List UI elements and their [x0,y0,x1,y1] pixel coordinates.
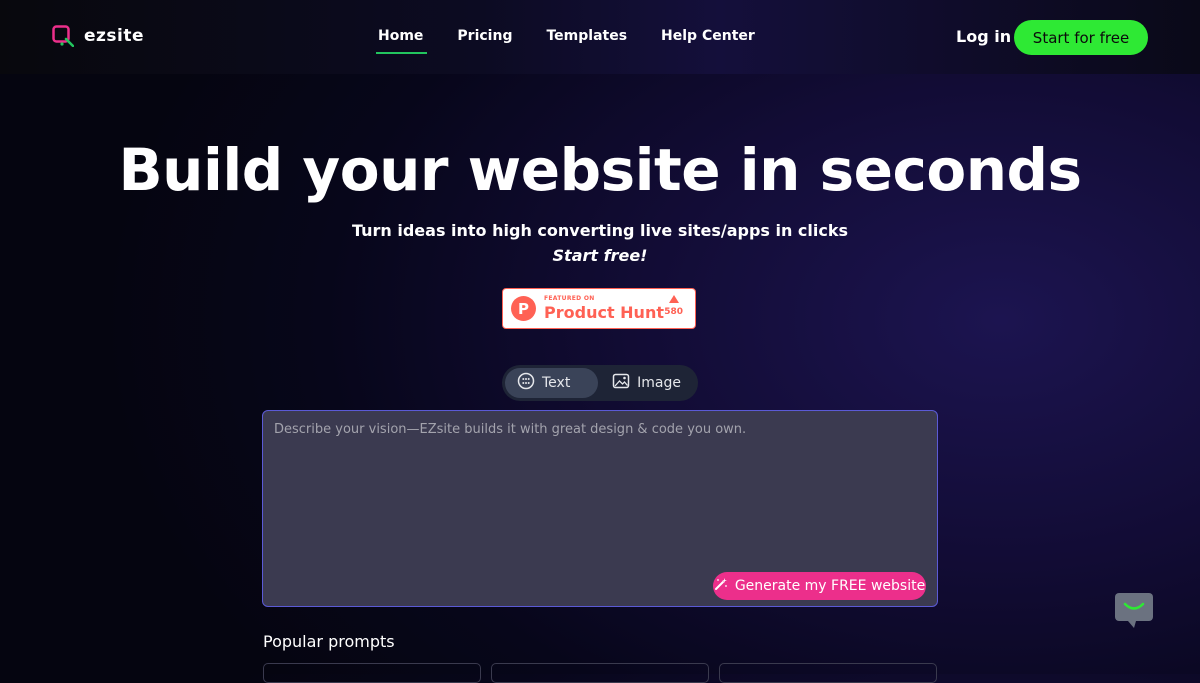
generate-website-button[interactable]: Generate my FREE website [713,572,926,600]
popular-prompt-card[interactable] [719,663,937,683]
prompt-textarea[interactable]: Describe your vision—EZsite builds it wi… [262,410,938,607]
image-icon [612,372,630,394]
tab-text-label: Text [542,375,571,391]
ph-featured-label: FEATURED ON [544,295,595,302]
product-hunt-logo-icon: P [511,296,536,321]
product-hunt-badge[interactable]: P FEATURED ON Product Hunt 580 [502,288,696,329]
start-for-free-button[interactable]: Start for free [1014,20,1148,55]
upvote-arrow-icon [668,295,679,303]
input-mode-tabs: Text Image [502,365,698,401]
tab-text[interactable]: Text [505,368,599,398]
brand-logo[interactable]: ezsite [52,25,145,48]
prompt-placeholder: Describe your vision—EZsite builds it wi… [274,422,747,437]
emoji-icon [517,372,535,394]
hero-subtitle: Turn ideas into high converting live sit… [351,221,849,240]
chat-widget-icon[interactable] [1114,592,1154,629]
nav-home[interactable]: Home [375,28,428,54]
ph-name: Product Hunt [544,303,664,322]
hero-title: Build your website in seconds [118,136,1082,204]
nav-pricing[interactable]: Pricing [457,28,512,54]
generate-label: Generate my FREE website [734,578,926,594]
tab-image-label: Image [637,375,681,391]
nav-help-center[interactable]: Help Center [661,28,755,54]
popular-prompt-card[interactable] [491,663,709,683]
ezsite-logo-icon [52,25,75,48]
main-nav: Home Pricing Templates Help Center [375,28,789,54]
popular-prompts-heading: Popular prompts [263,632,395,651]
login-link[interactable]: Log in [956,27,1011,46]
ph-votes-number: 580 [664,307,683,317]
tab-image[interactable]: Image [598,368,695,398]
top-navigation-bar: ezsite Home Pricing Templates Help Cente… [0,0,1200,74]
ph-vote-count: 580 [664,295,683,317]
hero-cta-text: Start free! [552,246,648,265]
nav-templates[interactable]: Templates [546,28,627,54]
popular-prompt-card[interactable] [263,663,481,683]
brand-name: ezsite [84,26,145,46]
magic-wand-icon [714,577,728,595]
